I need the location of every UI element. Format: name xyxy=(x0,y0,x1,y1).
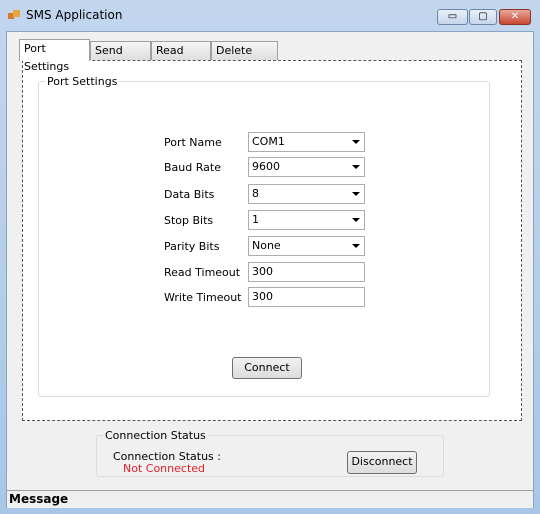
field-label: Read Timeout xyxy=(164,266,241,279)
window: SMS Application ▭ ▢ ✕ Port Settings Send… xyxy=(0,0,540,514)
field-value: 300 xyxy=(252,265,273,278)
field-label: Data Bits xyxy=(164,188,215,201)
status-message: Message xyxy=(9,492,69,506)
group-title: Connection Status xyxy=(105,429,206,442)
connect-button[interactable]: Connect xyxy=(232,357,302,379)
dropdown[interactable]: None xyxy=(248,236,365,256)
tab-send-sms[interactable]: Send SMS xyxy=(90,41,151,75)
status-bar: Message xyxy=(7,490,533,508)
field-label: Parity Bits xyxy=(164,240,220,253)
chevron-down-icon[interactable] xyxy=(352,244,360,248)
dropdown[interactable]: 9600 xyxy=(248,157,365,177)
app-icon xyxy=(8,10,20,20)
window-title: SMS Application xyxy=(26,8,123,22)
dropdown[interactable]: COM1 xyxy=(248,132,365,152)
chevron-down-icon[interactable] xyxy=(352,165,360,169)
connection-status-value: Not Connected xyxy=(123,462,206,475)
tab-read-sms[interactable]: Read SMS xyxy=(151,41,211,75)
disconnect-button[interactable]: Disconnect xyxy=(347,451,417,474)
field-label: Stop Bits xyxy=(164,214,214,227)
close-button[interactable]: ✕ xyxy=(499,9,531,25)
tab-delete-sms[interactable]: Delete SMS xyxy=(211,41,278,75)
minimize-button[interactable]: ▭ xyxy=(437,9,468,25)
field-value: 300 xyxy=(252,290,273,303)
field-value: COM1 xyxy=(252,135,285,148)
field-label: Baud Rate xyxy=(164,161,221,174)
dropdown[interactable]: 1 xyxy=(248,210,365,230)
field-label: Port Name xyxy=(164,136,222,149)
field-value: None xyxy=(252,239,281,252)
field-value: 9600 xyxy=(252,160,280,173)
client-area: Port Settings Send SMS Read SMS Delete S… xyxy=(6,31,534,508)
tab-page-port-settings: Port Settings Port Name COM1 Baud Rate 9600… xyxy=(22,60,522,421)
chevron-down-icon[interactable] xyxy=(352,192,360,196)
chevron-down-icon[interactable] xyxy=(352,140,360,144)
field-value: 1 xyxy=(252,213,259,226)
field-value: 8 xyxy=(252,187,259,200)
maximize-button[interactable]: ▢ xyxy=(469,9,497,25)
field-label: Write Timeout xyxy=(164,291,242,304)
dropdown[interactable]: 8 xyxy=(248,184,365,204)
text-input[interactable]: 300 xyxy=(248,262,365,282)
chevron-down-icon[interactable] xyxy=(352,218,360,222)
group-title: Port Settings xyxy=(47,75,118,88)
text-input[interactable]: 300 xyxy=(248,287,365,307)
tab-port-settings[interactable]: Port Settings xyxy=(19,39,90,73)
